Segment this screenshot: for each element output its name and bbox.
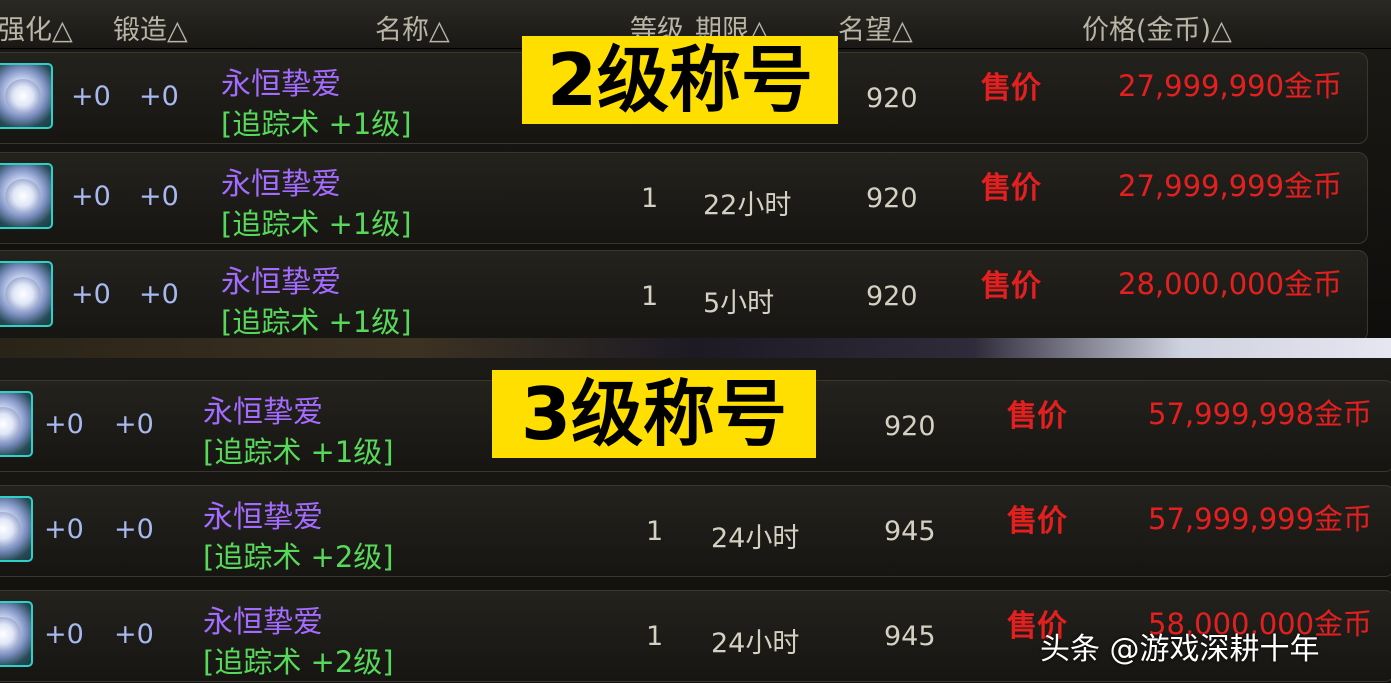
level-value: 1 — [646, 516, 664, 547]
level-value: 1 — [641, 281, 659, 312]
level-value: 1 — [641, 183, 659, 214]
forge-value: +0 — [114, 409, 154, 440]
price-value: 57,999,998金币 — [1148, 397, 1373, 431]
sale-label: 售价 — [1007, 504, 1067, 539]
fame-value: 920 — [866, 183, 918, 214]
forge-value: +0 — [139, 81, 179, 112]
item-skill: [追踪术 +1级] — [203, 435, 394, 469]
item-skill: [追踪术 +2级] — [203, 540, 394, 574]
sale-label: 售价 — [981, 171, 1041, 206]
listing-row[interactable]: +0 +0 永恒挚爱 [追踪术 +1级] 1 22小时 920 售价 27,99… — [0, 152, 1368, 244]
enhance-value: +0 — [44, 619, 84, 650]
price-value: 27,999,999金币 — [1118, 169, 1343, 203]
column-forge-sort[interactable]: 锻造△ — [113, 8, 188, 47]
price-value: 27,999,990金币 — [1118, 69, 1343, 103]
flower-bouquet-icon[interactable] — [0, 261, 53, 327]
flower-bouquet-icon[interactable] — [0, 163, 53, 229]
level3-title-overlay: 3级称号 — [492, 370, 816, 458]
expiry-value: 24小时 — [711, 628, 800, 659]
item-name[interactable]: 永恒挚爱 — [203, 597, 323, 641]
price-value: 57,999,999金币 — [1148, 502, 1373, 536]
expiry-value: 22小时 — [703, 190, 792, 221]
fame-value: 945 — [884, 516, 936, 547]
enhance-value: +0 — [44, 409, 84, 440]
forge-value: +0 — [114, 619, 154, 650]
background-strip — [0, 338, 1391, 358]
item-skill: [追踪术 +1级] — [221, 305, 412, 338]
forge-value: +0 — [114, 514, 154, 545]
fame-value: 920 — [884, 411, 936, 442]
item-skill: [追踪术 +1级] — [221, 107, 412, 141]
forge-value: +0 — [139, 181, 179, 212]
enhance-value: +0 — [71, 181, 111, 212]
column-price-sort[interactable]: 价格(金币)△ — [1082, 8, 1232, 47]
fame-value: 920 — [866, 83, 918, 114]
flower-bouquet-icon[interactable] — [0, 63, 53, 129]
column-fame-sort[interactable]: 名望△ — [838, 8, 913, 47]
fame-value: 920 — [866, 281, 918, 312]
item-name[interactable]: 永恒挚爱 — [221, 59, 341, 103]
item-name[interactable]: 永恒挚爱 — [203, 492, 323, 536]
item-name[interactable]: 永恒挚爱 — [221, 159, 341, 203]
flower-bouquet-icon[interactable] — [0, 391, 33, 457]
listing-row[interactable]: +0 +0 永恒挚爱 [追踪术 +2级] 1 24小时 945 售价 57,99… — [0, 485, 1391, 577]
item-name[interactable]: 永恒挚爱 — [221, 257, 341, 301]
item-skill: [追踪术 +1级] — [221, 207, 412, 241]
item-name[interactable]: 永恒挚爱 — [203, 387, 323, 431]
forge-value: +0 — [139, 279, 179, 310]
fame-value: 945 — [884, 621, 936, 652]
enhance-value: +0 — [71, 279, 111, 310]
watermark: 头条 @游戏深耕十年 — [1040, 632, 1320, 667]
flower-bouquet-icon[interactable] — [0, 496, 33, 562]
enhance-value: +0 — [71, 81, 111, 112]
price-value: 28,000,000金币 — [1118, 267, 1343, 301]
item-skill: [追踪术 +2级] — [203, 645, 394, 679]
listing-panel-level2: 强化△ 锻造△ 名称△ 等级 期限△ 名望△ 价格(金币)△ +0 +0 永恒挚… — [0, 0, 1391, 338]
column-name-sort[interactable]: 名称△ — [375, 8, 450, 47]
sale-label: 售价 — [981, 71, 1041, 106]
sale-label: 售价 — [981, 269, 1041, 304]
column-enhance-sort[interactable]: 强化△ — [0, 8, 73, 47]
expiry-value: 24小时 — [711, 523, 800, 554]
expiry-value: 5小时 — [703, 288, 775, 319]
level2-title-overlay: 2级称号 — [522, 36, 838, 124]
enhance-value: +0 — [44, 514, 84, 545]
flower-bouquet-icon[interactable] — [0, 601, 33, 667]
listing-row[interactable]: +0 +0 永恒挚爱 [追踪术 +1级] 1 5小时 920 售价 28,000… — [0, 250, 1368, 338]
level-value: 1 — [646, 621, 664, 652]
sale-label: 售价 — [1007, 399, 1067, 434]
